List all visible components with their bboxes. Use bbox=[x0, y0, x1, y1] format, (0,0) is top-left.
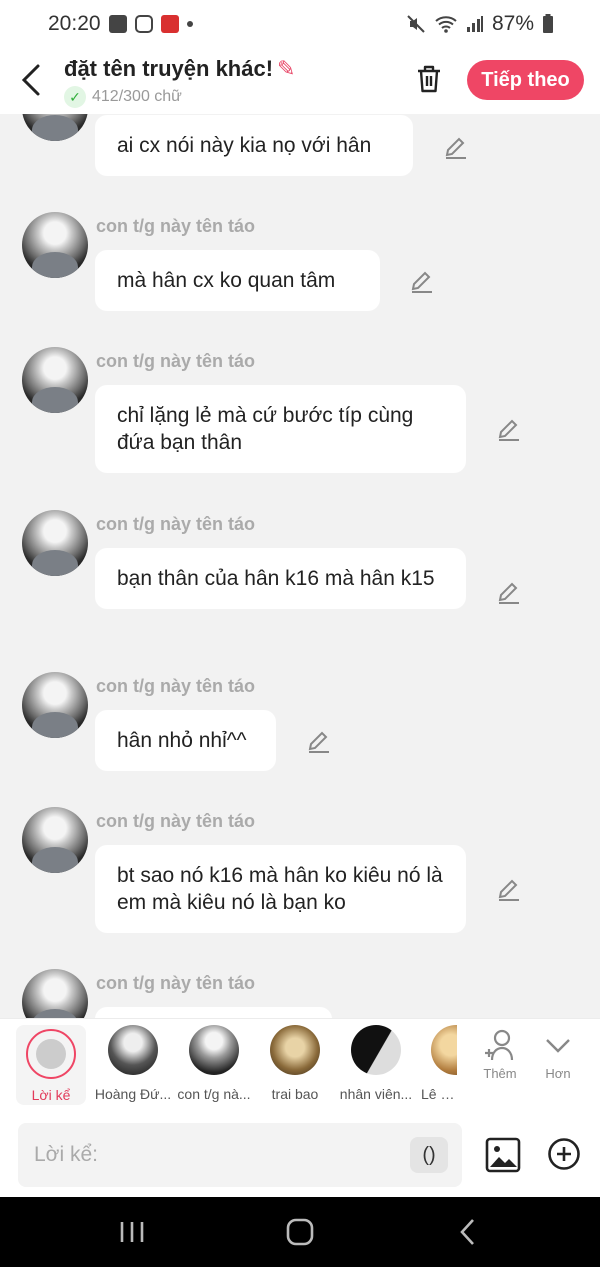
delete-button[interactable] bbox=[412, 62, 446, 96]
next-button[interactable]: Tiếp theo bbox=[467, 60, 584, 100]
avatar[interactable] bbox=[22, 347, 88, 413]
signal-icon bbox=[466, 16, 483, 32]
message-text: ai cx nói này kia nọ với hân bbox=[117, 134, 372, 157]
character-bar: Lời kể Hoàng Đứ... con t/g nà... trai ba… bbox=[0, 1018, 600, 1115]
character-label: Hoàng Đứ... bbox=[94, 1086, 172, 1102]
message-input[interactable]: Lời kể: () bbox=[18, 1123, 462, 1187]
narrator-button[interactable]: Lời kể bbox=[16, 1025, 86, 1105]
home-button[interactable] bbox=[280, 1215, 320, 1249]
edit-message-icon[interactable] bbox=[496, 417, 522, 443]
narrator-avatar bbox=[26, 1029, 76, 1079]
chat-list[interactable]: ai cx nói này kia nọ với hân con t/g này… bbox=[0, 114, 600, 1018]
character-label: Lê Qu bbox=[421, 1086, 457, 1102]
status-time: 20:20 bbox=[48, 12, 101, 35]
status-left: 20:20 bbox=[48, 12, 193, 36]
message-bubble[interactable] bbox=[95, 1007, 332, 1018]
character-avatar bbox=[108, 1025, 158, 1075]
edit-message-icon[interactable] bbox=[443, 135, 469, 161]
instagram-notification-icon bbox=[134, 15, 153, 33]
message-bubble[interactable]: hân nhỏ nhỉ^^ bbox=[95, 710, 276, 771]
wifi-icon bbox=[435, 16, 457, 33]
gallery-notification-icon bbox=[108, 15, 127, 33]
message-bubble[interactable]: bt sao nó k16 mà hân ko kiêu nó là em mà… bbox=[95, 845, 466, 933]
character-item[interactable]: Hoàng Đứ... bbox=[93, 1025, 173, 1102]
chevron-down-icon bbox=[546, 1039, 570, 1053]
message-bubble[interactable]: ai cx nói này kia nọ với hân bbox=[95, 115, 413, 176]
speaker-name: con t/g này tên táo bbox=[96, 216, 256, 236]
character-item[interactable]: Lê Qu bbox=[417, 1025, 457, 1102]
message-text: bt sao nó k16 mà hân ko kiêu nó là em mà… bbox=[117, 864, 443, 914]
avatar[interactable] bbox=[22, 212, 88, 278]
char-count-row: ✓ 412/300 chữ bbox=[64, 86, 182, 108]
character-avatar bbox=[270, 1025, 320, 1075]
message-text: hân nhỏ nhỉ^^ bbox=[117, 729, 247, 752]
add-character-button[interactable]: Thêm bbox=[470, 1027, 530, 1081]
edit-message-icon[interactable] bbox=[496, 580, 522, 606]
char-count: 412/300 chữ bbox=[92, 88, 182, 105]
add-circle-icon[interactable] bbox=[547, 1137, 581, 1171]
message-text: mà hân cx ko quan tâm bbox=[117, 269, 336, 292]
message-bubble[interactable]: bạn thân của hân k16 mà hân k15 bbox=[95, 548, 466, 609]
back-icon bbox=[460, 1219, 474, 1245]
character-avatar bbox=[351, 1025, 401, 1075]
recents-button[interactable] bbox=[112, 1215, 152, 1249]
avatar[interactable] bbox=[22, 114, 88, 141]
message-text: bạn thân của hân k16 mà hân k15 bbox=[117, 567, 435, 590]
check-icon: ✓ bbox=[64, 86, 86, 108]
edit-message-icon[interactable] bbox=[496, 877, 522, 903]
speaker-name: con t/g này tên táo bbox=[96, 351, 256, 371]
more-label: Hơn bbox=[545, 1066, 571, 1081]
character-avatar bbox=[431, 1025, 457, 1075]
character-label: con t/g nà... bbox=[177, 1086, 251, 1102]
message-bubble[interactable]: chỉ lặng lẻ mà cứ bước típ cùng đứa bạn … bbox=[95, 385, 466, 473]
image-icon[interactable] bbox=[485, 1137, 521, 1173]
add-character-label: Thêm bbox=[483, 1066, 517, 1081]
character-item[interactable]: con t/g nà... bbox=[174, 1025, 254, 1102]
status-right: 87% bbox=[406, 12, 554, 36]
composer: Lời kể: () bbox=[0, 1115, 600, 1197]
status-bar: 20:20 87% bbox=[0, 0, 600, 48]
app-notification-icon bbox=[160, 15, 179, 33]
editor-header: đặt tên truyện khác! ✎ ✓ 412/300 chữ Tiếp… bbox=[0, 48, 600, 114]
story-title-text: đặt tên truyện khác! bbox=[64, 56, 274, 81]
trash-icon bbox=[418, 65, 440, 93]
edit-message-icon[interactable] bbox=[409, 269, 435, 295]
battery-percent: 87% bbox=[491, 12, 534, 35]
avatar[interactable] bbox=[22, 807, 88, 873]
message-bubble[interactable]: mà hân cx ko quan tâm bbox=[95, 250, 380, 311]
edit-message-icon[interactable] bbox=[306, 729, 332, 755]
message-input-placeholder: Lời kể: bbox=[34, 1143, 98, 1166]
speaker-name: con t/g này tên táo bbox=[96, 973, 256, 993]
more-notifications-dot-icon bbox=[186, 21, 193, 27]
system-back-button[interactable] bbox=[448, 1215, 488, 1249]
more-button[interactable]: Hơn bbox=[528, 1027, 588, 1081]
chevron-left-icon bbox=[21, 64, 40, 96]
speech-icon bbox=[36, 1039, 66, 1069]
character-item[interactable]: nhân viên... bbox=[336, 1025, 416, 1102]
avatar[interactable] bbox=[22, 510, 88, 576]
narrator-label: Lời kể bbox=[31, 1087, 71, 1103]
recents-icon bbox=[120, 1222, 144, 1242]
character-avatar bbox=[189, 1025, 239, 1075]
character-item[interactable]: trai bao bbox=[255, 1025, 335, 1102]
system-nav-bar bbox=[0, 1197, 600, 1267]
character-label: nhân viên... bbox=[339, 1086, 413, 1102]
speaker-name: con t/g này tên táo bbox=[96, 811, 256, 831]
story-title[interactable]: đặt tên truyện khác! ✎ bbox=[64, 56, 295, 82]
message-text: chỉ lặng lẻ mà cứ bước típ cùng đứa bạn … bbox=[117, 404, 414, 454]
back-button[interactable] bbox=[18, 62, 48, 98]
character-label: trai bao bbox=[271, 1086, 319, 1102]
speaker-name: con t/g này tên táo bbox=[96, 514, 256, 534]
battery-icon bbox=[543, 14, 553, 33]
avatar[interactable] bbox=[22, 969, 88, 1018]
mute-icon bbox=[407, 15, 425, 33]
speaker-name: con t/g này tên táo bbox=[96, 676, 256, 696]
add-person-icon bbox=[485, 1029, 514, 1061]
avatar[interactable] bbox=[22, 672, 88, 738]
edit-title-icon[interactable]: ✎ bbox=[277, 56, 295, 81]
home-icon bbox=[286, 1218, 314, 1246]
parenthesis-button[interactable]: () bbox=[410, 1137, 448, 1173]
